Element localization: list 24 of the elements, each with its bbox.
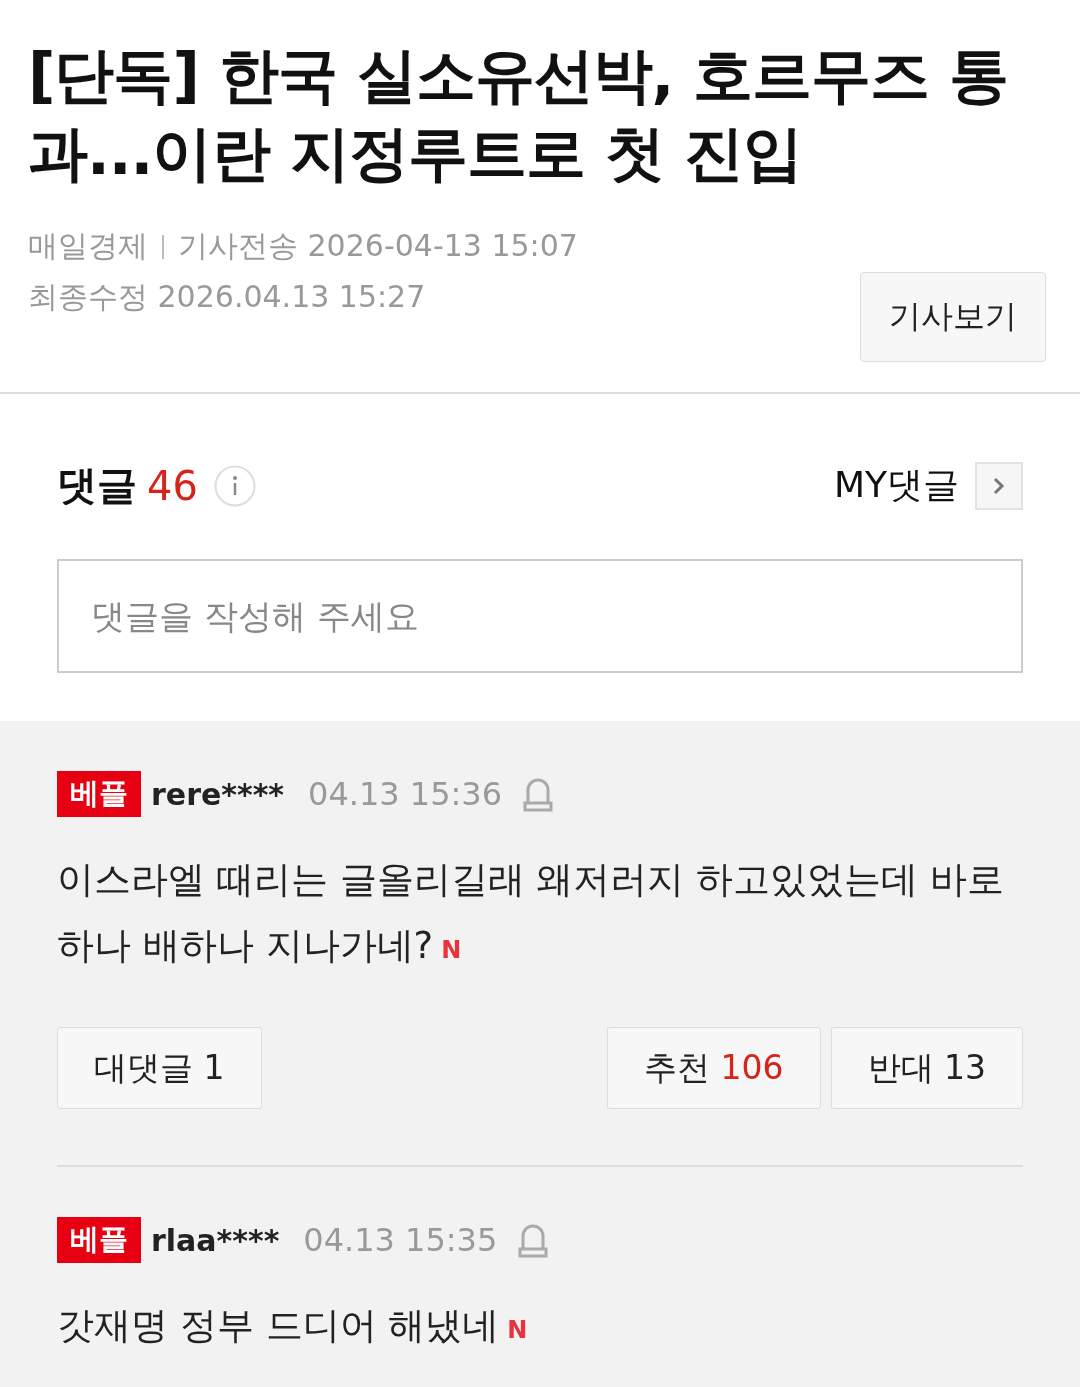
publisher: 매일경제 (28, 227, 148, 265)
best-badge: 베플 (57, 1217, 141, 1263)
comment-text: 이스라엘 때리는 글올리길래 왜저러지 하고있었는데 바로 하나 배하나 지나가네? N (57, 857, 1005, 969)
comments-label: 댓글 (57, 461, 137, 510)
comment-input[interactable]: 댓글을 작성해 주세요 (57, 559, 1023, 673)
article-title: [단독] 한국 실소유선박, 호르무즈 통과...이란 지정루트로 첫 진입 (28, 39, 1010, 190)
my-comments-link[interactable]: MY댓글 (833, 461, 959, 510)
reply-button[interactable]: 대댓글 1 (57, 1027, 262, 1109)
comment-time: 04.13 15:36 (308, 775, 503, 813)
comment-time: 04.13 15:35 (303, 1221, 498, 1259)
info-icon[interactable] (213, 464, 256, 507)
sent-time: 기사전송 2026-04-13 15:07 (178, 227, 578, 265)
best-badge: 베플 (57, 771, 141, 817)
like-button[interactable]: 추천 106 (607, 1027, 821, 1109)
chevron-button[interactable] (975, 461, 1023, 510)
comment-text: 갓재명 정부 드디어 해냈네 N (57, 1303, 529, 1349)
view-article-button[interactable]: 기사보기 (860, 272, 1046, 362)
username: rlaa**** (151, 1222, 280, 1258)
modified-time: 최종수정 2026.04.13 15:27 (28, 278, 427, 316)
siren-icon[interactable] (517, 1222, 550, 1258)
username: rere**** (151, 776, 285, 812)
siren-icon[interactable] (522, 776, 555, 812)
comment-count: 46 (147, 462, 198, 509)
dislike-button[interactable]: 반대 13 (830, 1027, 1023, 1109)
